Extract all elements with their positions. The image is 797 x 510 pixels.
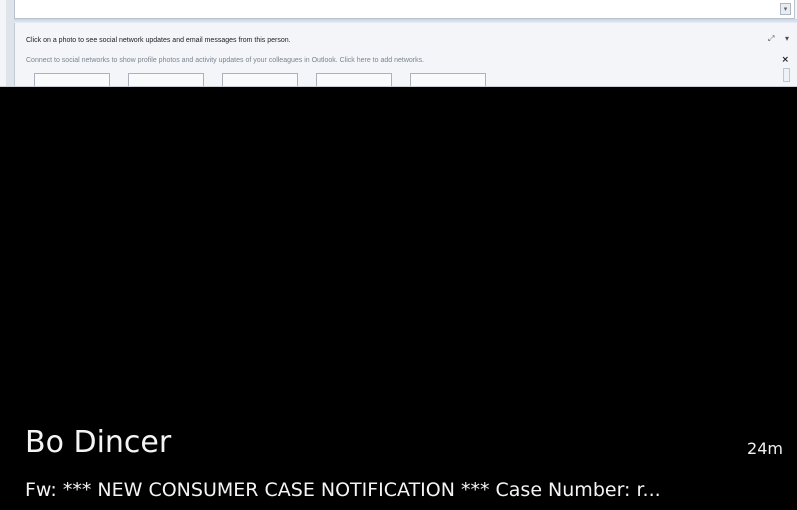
social-pane-scrollbar[interactable]: [783, 68, 790, 82]
person-photo-tile[interactable]: [222, 73, 298, 86]
pane-divider[interactable]: [14, 19, 797, 23]
social-pane-title: Click on a photo to see social network u…: [26, 37, 291, 44]
notification-sender: Bo Dincer: [25, 425, 172, 460]
chevron-down-icon[interactable]: ▾: [785, 34, 789, 43]
screen: ▾ Click on a photo to see social network…: [0, 0, 797, 510]
notification-time: 24m: [747, 439, 783, 458]
notification-subject: Fw: *** NEW CONSUMER CASE NOTIFICATION *…: [25, 480, 661, 501]
person-photo-tile[interactable]: [34, 73, 110, 86]
scroll-down-icon[interactable]: ▾: [780, 3, 791, 15]
people-photo-tiles: [34, 73, 486, 86]
person-photo-tile[interactable]: [410, 73, 486, 86]
person-photo-tile[interactable]: [316, 73, 392, 86]
expand-arrows-icon[interactable]: ⤢: [768, 34, 774, 43]
close-icon[interactable]: ×: [781, 55, 789, 65]
message-body-box[interactable]: ▾: [14, 0, 795, 19]
social-pane-controls: ⤢ ▾: [760, 34, 789, 44]
outlook-window: ▾ Click on a photo to see social network…: [0, 0, 797, 87]
person-photo-tile[interactable]: [128, 73, 204, 86]
social-connect-link[interactable]: Connect to social networks to show profi…: [26, 57, 424, 64]
